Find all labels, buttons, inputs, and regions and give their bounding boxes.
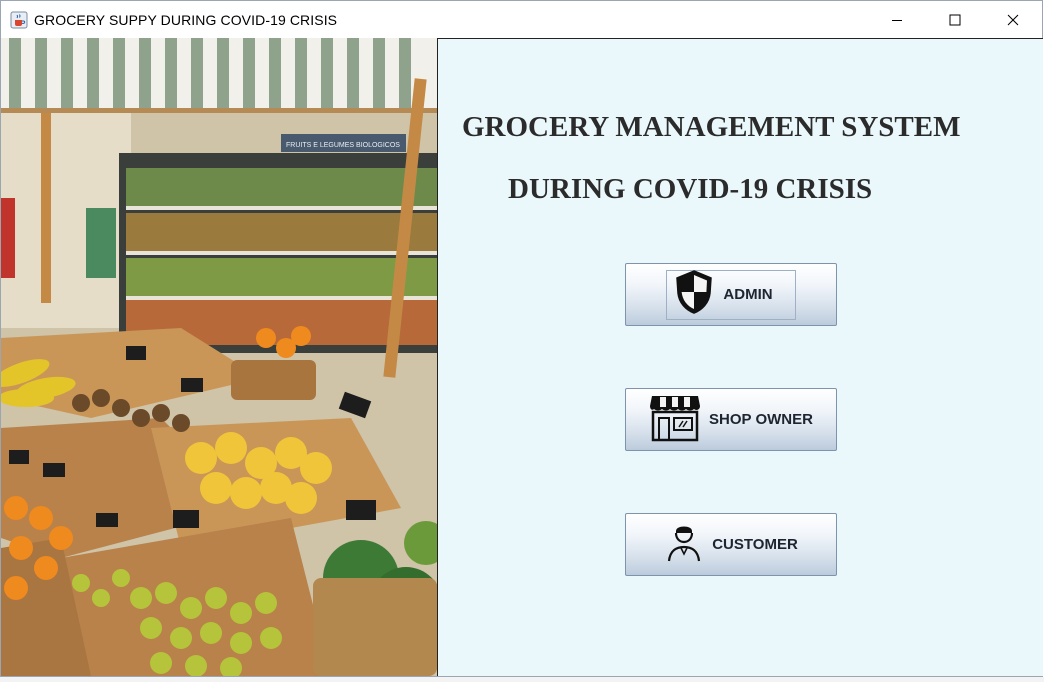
title-bar[interactable]: GROCERY SUPPY DURING COVID-19 CRISIS (1, 1, 1042, 38)
app-window: GROCERY SUPPY DURING COVID-19 CRISIS FRU… (0, 0, 1043, 677)
main-panel: GROCERY MANAGEMENT SYSTEM DURING COVID-1… (437, 38, 1043, 676)
admin-button-label: ADMIN (723, 286, 773, 303)
page-title: GROCERY MANAGEMENT SYSTEM (462, 111, 961, 143)
content-area: FRUITS E LEGUMES BIOLOGICOS GROCERY MANA… (1, 38, 1043, 676)
shield-icon (673, 269, 715, 320)
shop-owner-button-content: SHOP OWNER (649, 392, 813, 447)
window-controls (868, 1, 1042, 38)
close-button[interactable] (984, 1, 1042, 38)
grocery-market-photo: FRUITS E LEGUMES BIOLOGICOS (1, 38, 437, 676)
maximize-button[interactable] (926, 1, 984, 38)
admin-button-content: ADMIN (666, 269, 796, 320)
background-strip (0, 677, 1044, 682)
person-icon (664, 521, 704, 568)
customer-button-content: CUSTOMER (664, 521, 798, 568)
java-cup-icon (10, 11, 28, 29)
storefront-icon (649, 392, 701, 447)
maximize-icon (949, 14, 961, 25)
shop-owner-button[interactable]: SHOP OWNER (625, 388, 837, 451)
customer-button[interactable]: CUSTOMER (625, 513, 837, 576)
page-subtitle: DURING COVID-19 CRISIS (508, 173, 873, 205)
window-title: GROCERY SUPPY DURING COVID-19 CRISIS (34, 11, 338, 28)
store-sign: FRUITS E LEGUMES BIOLOGICOS (286, 142, 400, 149)
admin-button[interactable]: ADMIN (625, 263, 837, 326)
minimize-button[interactable] (868, 1, 926, 38)
shop-owner-button-label: SHOP OWNER (709, 411, 813, 428)
close-icon (1007, 14, 1019, 25)
minimize-icon (892, 19, 902, 21)
customer-button-label: CUSTOMER (712, 536, 798, 553)
